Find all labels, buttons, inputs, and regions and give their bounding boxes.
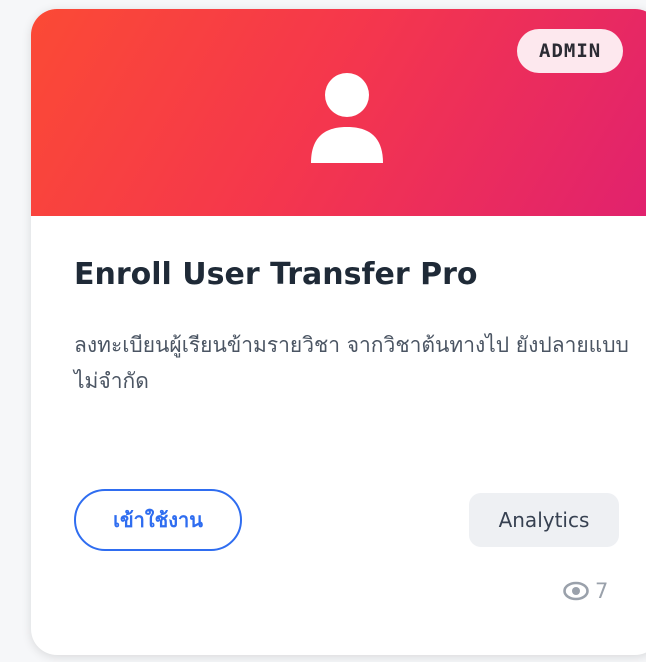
card-title: Enroll User Transfer Pro — [74, 257, 478, 292]
category-tag: Analytics — [469, 493, 619, 547]
enter-button[interactable]: เข้าใช้งาน — [74, 489, 242, 551]
card-description: ลงทะเบียนผู้เรียนข้ามรายวิชา จากวิชาต้นท… — [74, 333, 629, 393]
user-icon — [311, 73, 383, 163]
eye-icon — [563, 581, 589, 601]
view-count: 7 — [563, 576, 608, 606]
role-badge: ADMIN — [517, 29, 624, 73]
card-hero-banner: ADMIN — [31, 9, 646, 216]
app-card: ADMIN Enroll User Transfer Pro ลงทะเบียน… — [31, 9, 646, 655]
view-count-value: 7 — [595, 579, 609, 603]
